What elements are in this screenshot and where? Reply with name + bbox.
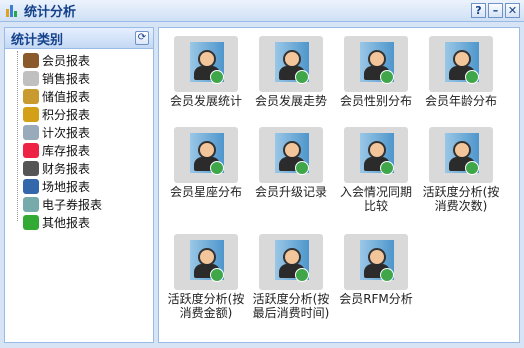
report-tile-label: 会员发展统计 [169,94,242,108]
sidebar-item-label: 计次报表 [42,125,91,140]
help-button[interactable]: ? [471,3,486,18]
activity-time-icon [259,234,323,290]
sales-icon [23,70,39,86]
sidebar-item[interactable]: 场地报表 [5,177,153,195]
sidebar-item[interactable]: 会员报表 [5,51,153,69]
report-tile-label: 活跃度分析(按消费金额) [167,292,245,320]
calculator-icon [23,160,39,176]
zodiac-dist-icon [174,127,238,183]
upgrade-record-icon [259,127,323,183]
join-compare-icon [344,127,408,183]
age-dist-icon [429,36,493,92]
activity-count-icon [429,127,493,183]
sidebar-item-label: 库存报表 [42,143,91,158]
count-icon [23,124,39,140]
report-tile[interactable]: 活跃度分析(按消费金额) [167,234,245,344]
report-tile-label: 会员RFM分析 [339,292,413,306]
report-tile[interactable]: 会员星座分布 [167,127,245,237]
member-growth-icon [174,36,238,92]
member-trend-icon [259,36,323,92]
sidebar-item[interactable]: 储值报表 [5,87,153,105]
report-tile[interactable]: 活跃度分析(按消费次数) [422,127,500,237]
window-title: 统计分析 [24,5,77,20]
report-tile[interactable]: 会员RFM分析 [337,234,415,344]
money-bag-icon [23,88,39,104]
report-tile-label: 活跃度分析(按消费次数) [422,185,500,213]
report-tile-label: 会员星座分布 [169,185,242,199]
member-icon [23,52,39,68]
sidebar-item[interactable]: 财务报表 [5,159,153,177]
sidebar-item[interactable]: 其他报表 [5,213,153,231]
report-tile[interactable]: 入会情况同期比较 [337,127,415,237]
sidebar-item-label: 电子券报表 [42,197,103,212]
report-tile-label: 会员年龄分布 [424,94,497,108]
report-tile-label: 会员发展走势 [254,94,327,108]
report-tile-label: 会员升级记录 [254,185,327,199]
points-icon [23,106,39,122]
sidebar-item[interactable]: 销售报表 [5,69,153,87]
report-tile-label: 会员性别分布 [339,94,412,108]
sidebar-item-label: 积分报表 [42,107,91,122]
report-tile[interactable]: 会员升级记录 [252,127,330,237]
minimize-button[interactable]: – [488,3,503,18]
rfm-icon [344,234,408,290]
report-tile-label: 活跃度分析(按最后消费时间) [252,292,330,320]
bar-chart-icon [4,3,20,19]
sidebar-item[interactable]: 库存报表 [5,141,153,159]
report-tile[interactable]: 活跃度分析(按最后消费时间) [252,234,330,344]
coupon-icon [23,196,39,212]
sidebar-item[interactable]: 电子券报表 [5,195,153,213]
category-panel: 统计类别 ⟳ 会员报表销售报表储值报表积分报表计次报表库存报表财务报表场地报表电… [4,27,154,343]
sidebar-item-label: 场地报表 [42,179,91,194]
category-panel-title: 统计类别 [11,32,64,48]
inventory-icon [23,142,39,158]
close-button[interactable]: ✕ [505,3,520,18]
gender-dist-icon [344,36,408,92]
category-tree: 会员报表销售报表储值报表积分报表计次报表库存报表财务报表场地报表电子券报表其他报… [5,49,153,231]
sidebar-item-label: 会员报表 [42,53,91,68]
tree-guide-line [17,51,18,221]
activity-amount-icon [174,234,238,290]
other-icon [23,214,39,230]
report-tile-label: 入会情况同期比较 [339,185,412,213]
sidebar-item-label: 储值报表 [42,89,91,104]
refresh-icon[interactable]: ⟳ [135,31,149,45]
sidebar-item[interactable]: 积分报表 [5,105,153,123]
sidebar-item-label: 财务报表 [42,161,91,176]
window-titlebar: 统计分析 ? – ✕ [0,0,524,22]
sidebar-item[interactable]: 计次报表 [5,123,153,141]
report-tiles-panel: 会员发展统计 会员发展走势 会员性别分布 会员年龄分布会员星座分布 会员升级记录 入会情况… [158,27,520,343]
sidebar-item-label: 销售报表 [42,71,91,86]
category-panel-header: 统计类别 ⟳ [5,28,153,49]
venue-icon [23,178,39,194]
sidebar-item-label: 其他报表 [42,215,91,230]
